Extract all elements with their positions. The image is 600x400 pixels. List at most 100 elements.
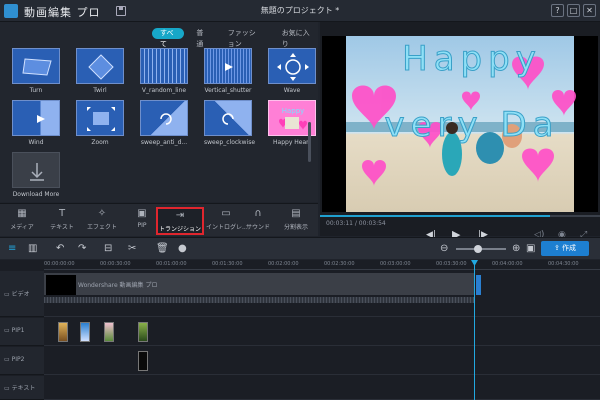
- delete-icon[interactable]: 🗑: [156, 243, 169, 254]
- pip-clip[interactable]: [138, 322, 148, 342]
- library-item-wind[interactable]: Wind: [12, 100, 60, 146]
- download-thumbnail: [12, 152, 60, 188]
- ruler-tick: 00:03:30:00: [436, 261, 467, 267]
- fit-icon[interactable]: ▣: [526, 243, 535, 254]
- effect-icon: ✧: [97, 208, 107, 219]
- overlay-text-happy: Happy: [402, 39, 542, 79]
- pip-icon: ▣: [137, 208, 147, 219]
- timeline-ruler[interactable]: 00:00:00:00 00:00:30:00 00:01:00:00 00:0…: [44, 260, 600, 270]
- split-clip-icon[interactable]: ⊟: [104, 243, 112, 254]
- tab-label: エフェクト: [86, 224, 117, 231]
- wind-thumbnail: [12, 100, 60, 136]
- track-header-pip1: ▭ PIP1: [0, 318, 44, 346]
- filter-tab-all[interactable]: すべて: [152, 28, 185, 48]
- undo-icon[interactable]: ↶: [56, 243, 64, 254]
- tab-sound[interactable]: ∩ サウンド: [238, 207, 278, 235]
- track-header-pip2: ▭ PIP2: [0, 347, 44, 375]
- ruler-tick: 00:02:30:00: [324, 261, 355, 267]
- filter-tab-normal[interactable]: 普通: [188, 28, 215, 48]
- turn-thumbnail: [12, 48, 60, 84]
- library-item-vertical-shutter[interactable]: Vertical_shutter: [204, 48, 252, 94]
- transition-marker[interactable]: [476, 275, 481, 295]
- video-clip-title: Wondershare 動画編集 プロ: [78, 282, 158, 289]
- storyboard-icon[interactable]: ▥: [28, 243, 37, 254]
- library-item-label: Turn: [29, 87, 43, 94]
- preview-video[interactable]: Happy very Da: [322, 36, 598, 212]
- zoom-in-icon[interactable]: ⊕: [512, 243, 520, 254]
- text-track[interactable]: [44, 376, 600, 400]
- module-tabs: ▦ メディア T テキスト ✧ エフェクト ▣ PIP ⇥ トランジション ▭ …: [0, 203, 318, 236]
- playhead[interactable]: [474, 260, 475, 400]
- pip-clip[interactable]: [80, 322, 90, 342]
- help-button[interactable]: ?: [551, 4, 564, 17]
- filter-tabs: すべて 普通 ファッション お気に入り: [152, 28, 318, 48]
- zoom-slider[interactable]: [456, 245, 506, 253]
- timeline-view-icon[interactable]: ≡: [8, 243, 16, 254]
- library-item-sweep-clockwise[interactable]: sweep_clockwise: [204, 100, 256, 146]
- pip-clip[interactable]: [138, 351, 148, 371]
- pip-clip[interactable]: [104, 322, 114, 342]
- cut-icon[interactable]: ✂: [128, 243, 136, 254]
- sound-icon: ∩: [254, 208, 262, 219]
- audio-waveform: [44, 297, 474, 303]
- download-icon: [30, 163, 44, 181]
- zoom-out-icon[interactable]: ⊖: [440, 243, 448, 254]
- library-item-label: Wave: [283, 87, 301, 94]
- v-random-line-thumbnail: [140, 48, 188, 84]
- library-item-download-more[interactable]: Download More: [12, 152, 60, 198]
- ruler-tick: 00:04:00:00: [492, 261, 523, 267]
- tab-label: サウンド: [245, 224, 270, 231]
- library-item-zoom[interactable]: Zoom: [76, 100, 124, 146]
- playback-progress[interactable]: [320, 215, 600, 217]
- ruler-tick: 00:01:00:00: [156, 261, 187, 267]
- pip2-track-label: ▭ PIP2: [4, 356, 25, 363]
- vertical-shutter-thumbnail: [204, 48, 252, 84]
- video-clip[interactable]: Wondershare 動画編集 プロ: [44, 273, 474, 295]
- tab-transition[interactable]: ⇥ トランジション: [156, 207, 204, 235]
- text-icon: T: [58, 208, 66, 219]
- pip2-track[interactable]: [44, 347, 600, 375]
- video-clip-thumbnail: [46, 275, 76, 295]
- library-scrollbar[interactable]: [308, 122, 311, 162]
- tab-split[interactable]: ▤ 分割表示: [276, 207, 316, 235]
- library-item-wave[interactable]: Wave: [268, 48, 316, 94]
- transition-icon: ⇥: [175, 210, 185, 221]
- progress-fill: [320, 215, 550, 217]
- library-item-label: Download More: [12, 191, 60, 198]
- library-item-sweep-anti[interactable]: sweep_anti_d...: [140, 100, 188, 146]
- library-item-label: sweep_anti_d...: [140, 139, 188, 146]
- ruler-tick: 00:01:30:00: [212, 261, 243, 267]
- export-button[interactable]: ⇪ 作成: [541, 241, 589, 256]
- library-item-turn[interactable]: Turn: [12, 48, 60, 94]
- library-item-twirl[interactable]: Twirl: [76, 48, 124, 94]
- zoom-knob[interactable]: [474, 245, 482, 253]
- video-track[interactable]: Wondershare 動画編集 プロ: [44, 271, 600, 317]
- overlay-text-day: very Da: [385, 105, 560, 145]
- tab-label: メディア: [10, 224, 34, 231]
- svg-text:Happy: Happy: [282, 107, 305, 115]
- close-button[interactable]: ✕: [583, 4, 596, 17]
- tab-effect[interactable]: ✧ エフェクト: [82, 207, 122, 235]
- title-bar: 動画編集 プロ 無題のプロジェクト * ? □ ✕: [0, 0, 600, 22]
- timeline: 00:00:00:00 00:00:30:00 00:01:00:00 00:0…: [0, 260, 600, 400]
- timecode: 00:03:11 / 00:03:54: [326, 220, 386, 227]
- ruler-tick: 00:00:30:00: [100, 261, 131, 267]
- library-item-v-random-line[interactable]: V_random_line: [140, 48, 188, 94]
- filter-tab-fashion[interactable]: ファッション: [220, 28, 270, 48]
- document-title: 無題のプロジェクト *: [260, 6, 340, 15]
- tab-media[interactable]: ▦ メディア: [2, 207, 42, 235]
- intro-icon: ▭: [221, 208, 231, 219]
- maximize-button[interactable]: □: [567, 4, 580, 17]
- tab-text[interactable]: T テキスト: [42, 207, 82, 235]
- ruler-tick: 00:04:30:00: [548, 261, 579, 267]
- pip-clip[interactable]: [58, 322, 68, 342]
- filter-tab-favorites[interactable]: お気に入り: [274, 28, 318, 48]
- redo-icon[interactable]: ↷: [78, 243, 86, 254]
- pip1-track[interactable]: [44, 318, 600, 346]
- record-icon[interactable]: ●: [178, 243, 187, 254]
- library-item-label: sweep_clockwise: [204, 139, 256, 146]
- split-icon: ▤: [291, 208, 301, 219]
- sweep-clockwise-thumbnail: [204, 100, 252, 136]
- timeline-toolbar: ≡ ▥ ↶ ↷ ⊟ ✂ 🗑 ● ⊖ ⊕ ▣ ⇪ 作成: [0, 237, 600, 259]
- library-item-label: Wind: [28, 139, 44, 146]
